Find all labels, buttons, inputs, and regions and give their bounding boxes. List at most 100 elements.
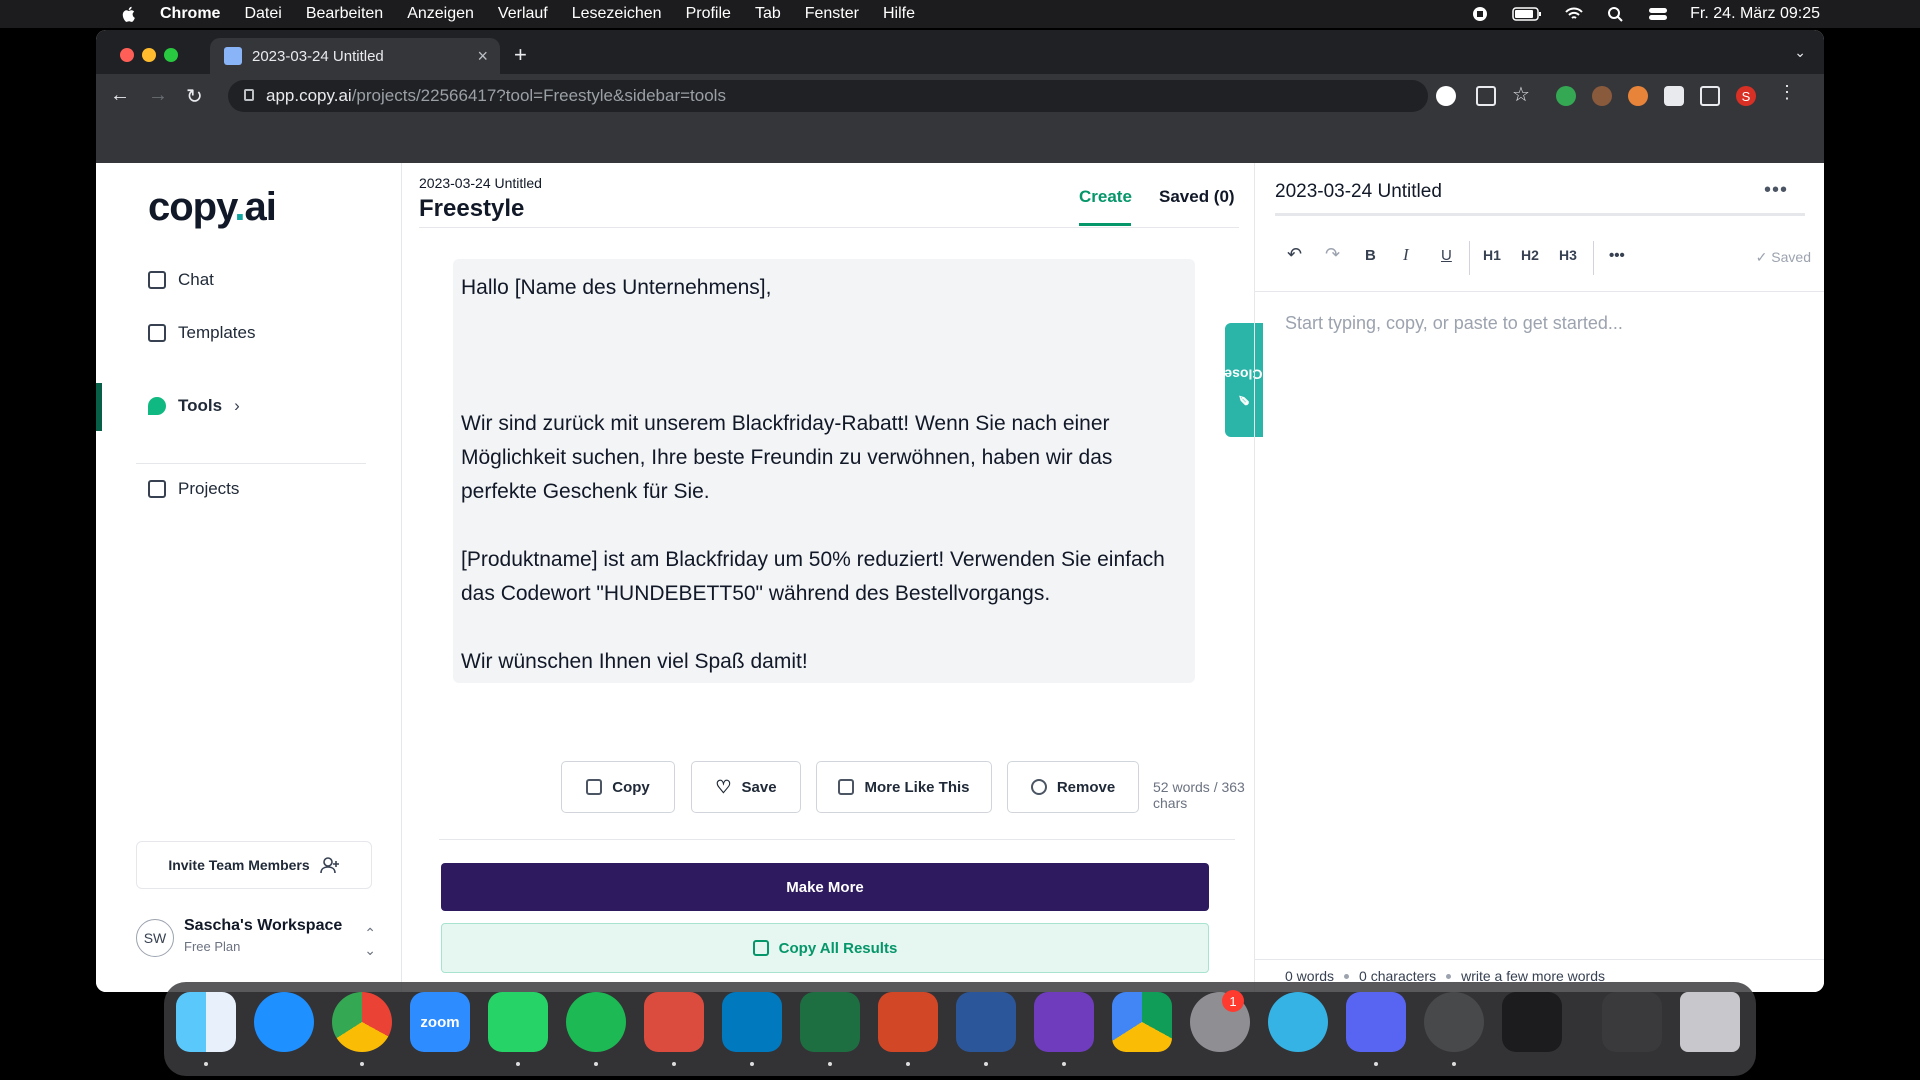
forward-arrow-icon[interactable]: → xyxy=(148,84,168,107)
editor-input[interactable]: Start typing, copy, or paste to get star… xyxy=(1285,313,1623,334)
saved-label: Saved xyxy=(1771,249,1811,265)
share-icon[interactable] xyxy=(1476,86,1496,106)
result-paragraph: Hallo [Name des Unternehmens], xyxy=(461,276,772,299)
more-options-icon[interactable]: ••• xyxy=(1764,179,1788,202)
more-formatting-icon[interactable]: ••• xyxy=(1609,247,1625,264)
screen-record-icon[interactable] xyxy=(1470,6,1490,22)
spotlight-search-icon[interactable] xyxy=(1606,6,1626,22)
menu-anzeigen[interactable]: Anzeigen xyxy=(407,5,474,23)
browser-tab-active[interactable]: 2023-03-24 Untitled × xyxy=(210,38,500,74)
h1-button[interactable]: H1 xyxy=(1483,247,1501,263)
running-indicator xyxy=(672,1062,676,1066)
whatsapp-icon[interactable] xyxy=(488,992,548,1052)
tab-search-chevron-icon[interactable]: ⌄ xyxy=(1794,44,1806,61)
h3-button[interactable]: H3 xyxy=(1559,247,1577,263)
menu-datei[interactable]: Datei xyxy=(244,5,281,23)
copy-button[interactable]: Copy xyxy=(561,761,675,813)
sidebar-item-tools[interactable]: Tools › xyxy=(148,396,240,416)
result-card[interactable]: Hallo [Name des Unternehmens], Wir sind … xyxy=(453,259,1195,683)
more-like-this-button[interactable]: More Like This xyxy=(816,761,992,813)
trash-icon[interactable] xyxy=(1680,992,1740,1052)
spotify-icon[interactable] xyxy=(566,992,626,1052)
menu-tab[interactable]: Tab xyxy=(755,5,781,23)
word-icon[interactable] xyxy=(956,992,1016,1052)
sidebar-item-templates[interactable]: Templates xyxy=(148,323,255,343)
google-icon[interactable] xyxy=(1436,86,1456,106)
chrome-menu-icon[interactable]: ⋮ xyxy=(1778,82,1798,102)
redo-icon[interactable]: ↷ xyxy=(1325,244,1340,265)
menu-bearbeiten[interactable]: Bearbeiten xyxy=(306,5,383,23)
menu-verlauf[interactable]: Verlauf xyxy=(498,5,548,23)
reload-icon[interactable]: ↻ xyxy=(186,84,203,109)
discord-icon[interactable] xyxy=(1346,992,1406,1052)
copy-all-results-button[interactable]: Copy All Results xyxy=(441,923,1209,973)
tab-create[interactable]: Create xyxy=(1079,187,1132,207)
side-panel-icon[interactable] xyxy=(1700,86,1720,106)
tab-saved[interactable]: Saved (0) xyxy=(1159,187,1235,207)
sidebar-item-chat[interactable]: Chat xyxy=(148,270,214,290)
chevron-right-icon: › xyxy=(234,396,240,415)
h2-button[interactable]: H2 xyxy=(1521,247,1539,263)
menu-profile[interactable]: Profile xyxy=(686,5,731,23)
save-button[interactable]: ♡ Save xyxy=(691,761,801,813)
sidebar-item-label: Tools xyxy=(178,396,223,415)
window-close-button[interactable] xyxy=(120,48,134,62)
invite-label: Invite Team Members xyxy=(168,857,310,873)
control-center-icon[interactable] xyxy=(1648,6,1668,22)
google-drive-icon[interactable] xyxy=(1112,992,1172,1052)
make-more-button[interactable]: Make More xyxy=(441,863,1209,911)
tab-title: 2023-03-24 Untitled xyxy=(252,47,384,65)
excel-icon[interactable] xyxy=(800,992,860,1052)
bookmark-star-icon[interactable]: ☆ xyxy=(1512,82,1532,106)
screenshot-icon[interactable] xyxy=(1602,992,1662,1052)
menu-hilfe[interactable]: Hilfe xyxy=(883,5,915,23)
powerpoint-icon[interactable] xyxy=(878,992,938,1052)
sidebar-item-projects[interactable]: Projects xyxy=(148,479,239,499)
projects-icon xyxy=(148,480,166,498)
invite-team-members-button[interactable]: Invite Team Members xyxy=(136,841,372,889)
back-arrow-icon[interactable]: ← xyxy=(110,84,130,107)
workspace-switcher[interactable]: SW Sascha's Workspace Free Plan ⌃ ⌄ xyxy=(136,915,376,965)
remove-button[interactable]: Remove xyxy=(1007,761,1139,813)
battery-icon[interactable] xyxy=(1512,6,1542,22)
quicktime-icon[interactable] xyxy=(1424,992,1484,1052)
running-indicator xyxy=(828,1062,832,1066)
new-tab-icon[interactable]: + xyxy=(514,42,527,68)
profile-avatar[interactable]: S xyxy=(1736,86,1756,106)
trello-icon[interactable] xyxy=(722,992,782,1052)
menu-lesezeichen[interactable]: Lesezeichen xyxy=(572,5,662,23)
browser-toolbar: ← → ↻ app.copy.ai/projects/22566417?tool… xyxy=(96,74,1824,118)
safari-icon[interactable] xyxy=(254,992,314,1052)
extensions-puzzle-icon[interactable] xyxy=(1664,86,1684,106)
menu-chrome[interactable]: Chrome xyxy=(160,5,220,23)
copyai-app: copy.ai Chat Templates Tools › Projects xyxy=(96,163,1824,992)
extension-shield-icon[interactable] xyxy=(1556,86,1576,106)
active-indicator xyxy=(96,383,102,431)
chrome-icon[interactable] xyxy=(332,992,392,1052)
voice-memos-icon[interactable] xyxy=(1502,992,1562,1052)
undo-icon[interactable]: ↶ xyxy=(1287,244,1302,265)
window-minimize-button[interactable] xyxy=(142,48,156,62)
imovie-icon[interactable] xyxy=(1034,992,1094,1052)
extension-cookie-icon[interactable] xyxy=(1592,86,1612,106)
browser-app-icon[interactable] xyxy=(1268,992,1328,1052)
zoom-icon[interactable]: zoom xyxy=(410,992,470,1052)
menu-fenster[interactable]: Fenster xyxy=(805,5,859,23)
address-bar[interactable]: app.copy.ai/projects/22566417?tool=Frees… xyxy=(228,80,1428,112)
menubar-clock[interactable]: Fr. 24. März 09:25 xyxy=(1690,5,1820,23)
apple-icon[interactable] xyxy=(120,5,138,23)
copyai-logo[interactable]: copy.ai xyxy=(148,185,277,230)
underline-button[interactable]: U xyxy=(1441,247,1452,264)
tab-close-icon[interactable]: × xyxy=(477,46,488,67)
bold-button[interactable]: B xyxy=(1365,247,1376,264)
window-zoom-button[interactable] xyxy=(164,48,178,62)
italic-button[interactable]: I xyxy=(1403,245,1409,265)
todoist-icon[interactable] xyxy=(644,992,704,1052)
lock-icon xyxy=(244,89,254,101)
finder-icon[interactable] xyxy=(176,992,236,1052)
page-title: Freestyle xyxy=(419,195,525,222)
extension-orange-icon[interactable] xyxy=(1628,86,1648,106)
document-title[interactable]: 2023-03-24 Untitled xyxy=(1275,181,1442,203)
saved-status: ✓ Saved xyxy=(1756,249,1811,266)
wifi-icon[interactable] xyxy=(1564,6,1584,22)
